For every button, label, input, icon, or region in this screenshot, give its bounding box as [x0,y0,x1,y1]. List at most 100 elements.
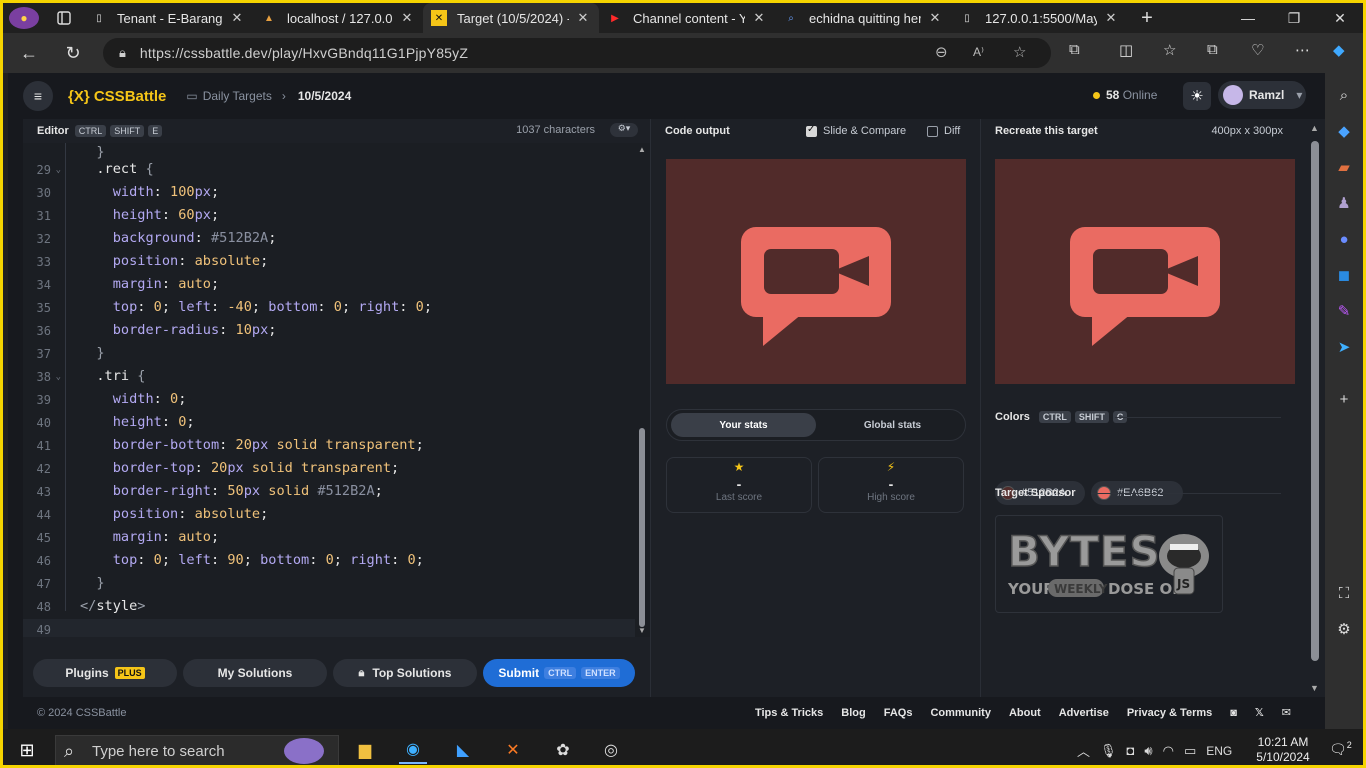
scrollbar-thumb[interactable] [639,428,645,627]
plugins-button[interactable]: Plugins PLUS [33,659,177,687]
collections-icon[interactable]: ⧉ [1207,41,1218,58]
close-tab-icon[interactable]: ✕ [751,10,767,26]
checkbox-icon[interactable] [927,125,938,137]
footer-link[interactable]: Tips & Tricks [755,707,823,719]
scroll-up-icon[interactable]: ▲ [638,145,646,154]
battery-icon[interactable]: ▭ [1184,743,1196,759]
mail-icon[interactable]: ✉ [1282,706,1291,719]
diff-toggle[interactable]: Diff [927,125,960,137]
microphone-icon[interactable]: 🎙︎ [1100,743,1117,759]
browser-tab[interactable]: ▯ Tenant - E-Barangay ✕ [83,3,253,33]
site-logo[interactable]: {X} CSSBattle [68,88,166,105]
more-icon[interactable]: ⋯ [1295,41,1310,59]
browser-tab[interactable]: ⌕ echidna quitting hero ✕ [775,3,951,33]
breadcrumb-daily-targets[interactable]: Daily Targets [203,89,272,103]
favorite-star-icon[interactable]: ☆ [1013,43,1026,61]
notification-icon[interactable]: 🗨︎2 [1329,740,1352,758]
code-editor[interactable]: } 29 ⌄ .rect {30 width: 100px; 31 height: 6… [23,143,635,637]
scroll-down-icon[interactable]: ▼ [638,626,646,635]
scroll-up-icon[interactable]: ▲ [1310,123,1319,133]
split-screen-icon[interactable]: ◫ [1119,41,1133,59]
extensions-icon[interactable]: ⧉ [1069,41,1080,58]
user-menu[interactable]: Ramzl ▾ [1218,81,1306,109]
discord-icon[interactable]: ◙ [1230,707,1237,719]
my-solutions-button[interactable]: My Solutions [183,659,327,687]
tab-global-stats[interactable]: Global stats [820,413,965,437]
vscode-icon[interactable]: ◣ [449,736,477,764]
editor-settings-icon[interactable]: ⚙▾ [610,123,638,137]
file-explorer-icon[interactable]: ▆ [351,736,379,764]
close-tab-icon[interactable]: ✕ [575,10,591,26]
theme-toggle-icon[interactable]: ☀ [1183,82,1211,110]
code-token: 100 [170,184,195,200]
submit-button[interactable]: Submit CTRL ENTER [483,659,635,687]
footer-link[interactable]: Community [930,707,991,719]
designer-icon[interactable]: ✎ [1330,297,1358,325]
close-tab-icon[interactable]: ✕ [399,10,415,26]
output-canvas[interactable] [666,159,966,384]
network-icon[interactable]: ◠ [1163,743,1174,759]
profile-icon[interactable]: ● [9,7,39,29]
target-canvas[interactable] [995,159,1295,384]
minimize-icon[interactable]: — [1225,3,1271,33]
browser-tab[interactable]: ✕ Target (10/5/2024) - ✕ [423,3,599,33]
taskbar-search[interactable]: ⌕ Type here to search [55,735,339,765]
browser-tab[interactable]: ▯ 127.0.0.1:5500/May-1 ✕ [951,3,1127,33]
settings-icon[interactable]: ⚙ [1330,615,1358,643]
shopping-icon[interactable]: ◆ [1330,117,1358,145]
copilot-icon[interactable]: ◆ [1333,41,1345,59]
tab-actions-icon[interactable] [49,7,79,29]
close-tab-icon[interactable]: ✕ [1103,10,1119,26]
new-tab-button[interactable]: + [1127,7,1167,30]
browser-essentials-icon[interactable]: ♡ [1251,41,1264,59]
top-solutions-button[interactable]: 🔒︎ Top Solutions [333,659,477,687]
read-aloud-icon[interactable]: A⁾ [973,45,984,59]
close-window-icon[interactable]: ✕ [1317,3,1363,33]
obs-icon[interactable]: ◎ [597,736,625,764]
footer-link[interactable]: Privacy & Terms [1127,707,1212,719]
back-icon[interactable]: ← [11,37,47,69]
favorites-icon[interactable]: ☆ [1163,41,1176,59]
fold-chevron-icon[interactable]: ⌄ [51,165,61,175]
sponsor-card[interactable]: BYTES YOUR WEEKLY DOSE OF JS [995,515,1223,613]
refresh-icon[interactable]: ↻ [55,37,91,69]
twitter-icon[interactable]: 𝕏 [1255,706,1264,719]
xampp-icon[interactable]: ✕ [499,736,527,764]
close-tab-icon[interactable]: ✕ [927,10,943,26]
tools-icon[interactable]: ▰ [1330,153,1358,181]
copilot-sidebar-icon[interactable]: ● [1330,225,1358,253]
footer-link[interactable]: About [1009,707,1041,719]
volume-icon[interactable]: 🔊︎ [1144,743,1152,759]
editor-scrollbar[interactable]: ▲ ▼ [635,143,650,637]
clock[interactable]: 10:21 AM 5/10/2024 [1255,735,1311,765]
outlook-icon[interactable]: ◼ [1330,261,1358,289]
chevron-up-icon[interactable]: ︿ [1077,741,1090,760]
search-icon[interactable]: ⌕ [1330,81,1358,109]
slide-compare-toggle[interactable]: Slide & Compare [806,124,906,137]
checkbox-checked-icon[interactable] [806,124,817,137]
add-sidebar-icon[interactable]: + [1330,385,1358,413]
language-indicator[interactable]: ENG [1206,744,1232,758]
footer-link[interactable]: FAQs [884,707,913,719]
browser-tab[interactable]: ▲ localhost / 127.0.0.1 / ✕ [253,3,423,33]
page-scrollbar[interactable]: ▲ ▼ [1304,119,1325,697]
url-field[interactable]: 🔒︎ https://cssbattle.dev/play/HxvGBndq11… [103,38,1051,68]
restore-icon[interactable]: ❐ [1271,3,1317,33]
chatgpt-icon[interactable]: ✿ [549,736,577,764]
games-icon[interactable]: ♟ [1330,189,1358,217]
close-tab-icon[interactable]: ✕ [229,10,245,26]
menu-icon[interactable]: ≡ [23,81,53,111]
screenshot-icon[interactable]: ⛶ [1330,579,1358,607]
browser-tab[interactable]: ▶ Channel content - Yo ✕ [599,3,775,33]
footer-link[interactable]: Advertise [1059,707,1109,719]
camera-icon[interactable]: ◘ [1127,743,1135,758]
footer-link[interactable]: Blog [841,707,865,719]
scroll-down-icon[interactable]: ▼ [1310,683,1319,693]
windows-start-icon[interactable]: ⊞ [13,736,41,764]
tab-your-stats[interactable]: Your stats [671,413,816,437]
zoom-icon[interactable]: ⊖ [935,43,948,61]
send-icon[interactable]: ➤ [1330,333,1358,361]
scrollbar-thumb[interactable] [1311,141,1319,661]
edge-icon[interactable]: ◉ [399,736,427,764]
fold-chevron-icon[interactable]: ⌄ [51,372,61,382]
